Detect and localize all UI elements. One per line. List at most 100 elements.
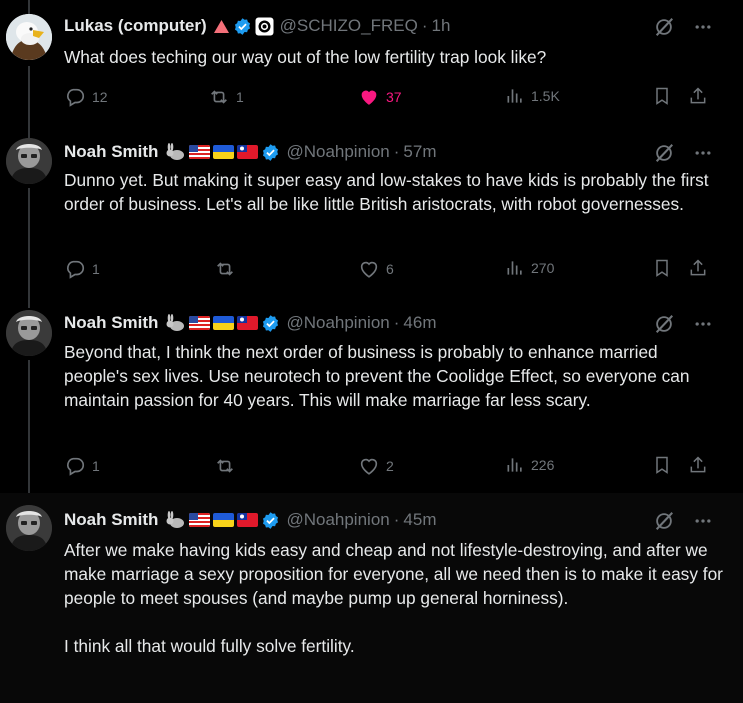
focused-tweet[interactable]: Noah Smith @Noahpinion · 45m After we ma…: [0, 493, 743, 703]
noah-avatar-image: [6, 138, 52, 184]
handle[interactable]: @Noahpinion: [286, 313, 389, 333]
share-button[interactable]: [688, 455, 708, 475]
like-button[interactable]: 6: [358, 258, 394, 280]
timestamp[interactable]: 45m: [403, 510, 436, 530]
display-name[interactable]: Noah Smith: [64, 510, 158, 530]
timestamp[interactable]: 46m: [403, 313, 436, 333]
reply-icon: [67, 457, 85, 476]
more-icon[interactable]: [693, 511, 713, 531]
badges: [213, 17, 274, 36]
verified-badge-icon[interactable]: [261, 511, 280, 530]
bookmark-icon: [656, 259, 668, 277]
reply-button[interactable]: 1: [64, 258, 100, 280]
rabbit-emoji: [166, 511, 185, 528]
retweet-count: 1: [236, 89, 244, 105]
handle[interactable]: @Noahpinion: [286, 142, 389, 162]
reply-icon: [67, 88, 85, 107]
ukraine-flag: [213, 513, 235, 527]
display-name[interactable]: Lukas (computer): [64, 16, 207, 36]
separator-dot: ·: [393, 313, 400, 332]
retweet-button[interactable]: [214, 258, 236, 280]
grok-icon[interactable]: [653, 313, 675, 335]
tweet-text: Dunno yet. But making it super easy and …: [64, 170, 714, 214]
views-button[interactable]: 1.5K: [505, 86, 560, 106]
share-button[interactable]: [688, 86, 708, 106]
views-icon: [507, 458, 522, 472]
top-actions: [653, 510, 713, 532]
like-button[interactable]: 2: [358, 455, 394, 477]
more-icon[interactable]: [693, 17, 713, 37]
retweet-button[interactable]: 1: [208, 86, 244, 108]
tweet-text: What does teching our way out of the low…: [64, 47, 547, 67]
rabbit-emoji: [166, 143, 185, 160]
tweet-header: Noah Smith @Noahpinion · 46m: [64, 312, 436, 334]
tweet[interactable]: Noah Smith @Noahpinion · 57m Dunno yet. …: [0, 128, 743, 298]
view-count: 226: [531, 457, 555, 473]
bookmark-button[interactable]: [652, 455, 672, 475]
views-icon: [507, 261, 522, 275]
verified-badge-icon[interactable]: [261, 314, 280, 333]
share-button[interactable]: [688, 258, 708, 278]
views-button[interactable]: 270: [505, 258, 554, 278]
us-flag: [189, 513, 211, 527]
share-icon: [690, 456, 706, 473]
taiwan-flag: [237, 145, 259, 159]
tweet-header: Noah Smith @Noahpinion · 57m: [64, 141, 436, 163]
red-triangle-icon: [213, 19, 229, 33]
bookmark-icon: [656, 456, 668, 474]
avatar[interactable]: [6, 505, 52, 551]
display-name[interactable]: Noah Smith: [64, 313, 158, 333]
badges: [164, 511, 280, 530]
separator-dot: ·: [393, 142, 400, 161]
handle[interactable]: @Noahpinion: [286, 510, 389, 530]
like-button[interactable]: 37: [358, 86, 402, 108]
grok-icon[interactable]: [653, 142, 675, 164]
avatar[interactable]: [6, 138, 52, 184]
views-button[interactable]: 226: [505, 455, 554, 475]
avatar[interactable]: [6, 310, 52, 356]
share-icon: [690, 259, 706, 276]
timestamp[interactable]: 57m: [403, 142, 436, 162]
bookmark-button[interactable]: [652, 86, 672, 106]
us-flag: [189, 145, 211, 159]
tweet-header: Lukas (computer) @SCHIZO_FREQ · 1h: [64, 15, 450, 37]
reply-button[interactable]: 12: [64, 86, 108, 108]
bookmark-button[interactable]: [652, 258, 672, 278]
reply-button[interactable]: 1: [64, 455, 100, 477]
timestamp[interactable]: 1h: [431, 16, 450, 36]
like-icon: [360, 458, 378, 475]
grok-icon[interactable]: [653, 510, 675, 532]
avatar[interactable]: [6, 14, 52, 60]
reply-count: 1: [92, 261, 100, 277]
top-actions: [653, 16, 713, 38]
more-icon[interactable]: [693, 314, 713, 334]
eagle-avatar-image: [6, 14, 52, 60]
retweet-button[interactable]: [214, 455, 236, 477]
verified-badge-icon[interactable]: [261, 143, 280, 162]
tweet[interactable]: Noah Smith @Noahpinion · 46m Beyond that…: [0, 298, 743, 493]
taiwan-flag: [237, 513, 259, 527]
grok-icon[interactable]: [653, 16, 675, 38]
like-count: 37: [386, 89, 402, 105]
noah-avatar-image: [6, 505, 52, 551]
tweet-header: Noah Smith @Noahpinion · 45m: [64, 509, 436, 531]
affiliate-badge-icon[interactable]: [255, 17, 274, 36]
tweet-text: After we make having kids easy and cheap…: [64, 540, 723, 656]
separator-dot: ·: [421, 16, 428, 35]
display-name[interactable]: Noah Smith: [64, 142, 158, 162]
action-bar: 12 1 37 1.5K: [64, 86, 724, 110]
rabbit-emoji: [166, 314, 185, 331]
action-bar: 1 6 270: [64, 258, 724, 282]
reply-count: 12: [92, 89, 108, 105]
bookmark-icon: [656, 87, 668, 105]
more-icon[interactable]: [693, 143, 713, 163]
handle[interactable]: @SCHIZO_FREQ: [280, 16, 418, 36]
taiwan-flag: [237, 316, 259, 330]
ukraine-flag: [213, 145, 235, 159]
view-count: 270: [531, 260, 555, 276]
retweet-icon: [217, 262, 233, 276]
tweet[interactable]: Lukas (computer) @SCHIZO_FREQ · 1h What …: [0, 0, 743, 128]
verified-badge-icon[interactable]: [233, 17, 252, 36]
reply-icon: [67, 260, 85, 279]
share-icon: [690, 87, 706, 104]
